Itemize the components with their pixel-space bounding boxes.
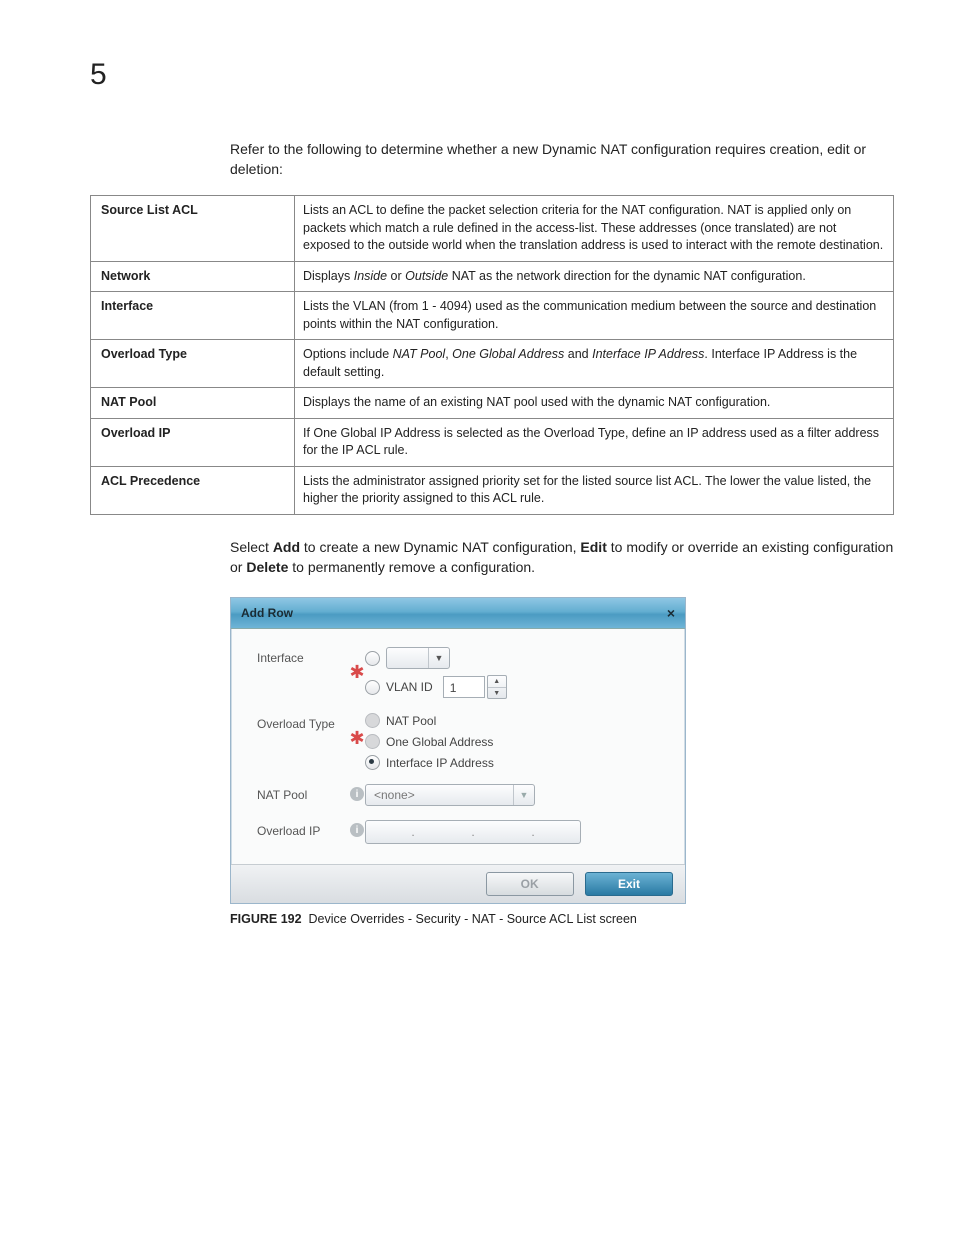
exit-button[interactable]: Exit (585, 872, 673, 896)
table-row-name: NAT Pool (91, 388, 295, 419)
add-row-dialog: Add Row × Interface ✱ ▼ VLAN ID (230, 597, 686, 904)
table-row-name: Overload IP (91, 418, 295, 466)
spec-table: Source List ACLLists an ACL to define th… (90, 195, 894, 515)
interface-label: Interface (257, 647, 349, 665)
chapter-number: 5 (90, 58, 107, 92)
natpool-dropdown[interactable]: <none> ▼ (365, 784, 535, 806)
overloadip-input[interactable]: ... (365, 820, 581, 844)
table-row-desc: Displays Inside or Outside NAT as the ne… (295, 261, 894, 292)
instruction-paragraph: Select Add to create a new Dynamic NAT c… (230, 537, 894, 578)
table-row-desc: Displays the name of an existing NAT poo… (295, 388, 894, 419)
natpool-label: NAT Pool (257, 784, 349, 802)
overload-opt-oneglobal: One Global Address (386, 735, 493, 749)
overload-opt-ifip: Interface IP Address (386, 756, 494, 770)
info-icon: i (350, 823, 364, 837)
table-row: InterfaceLists the VLAN (from 1 - 4094) … (91, 292, 894, 340)
overload-radio-oneglobal[interactable] (365, 734, 380, 749)
interface-dropdown[interactable]: ▼ (386, 647, 450, 669)
table-row-desc: Lists the administrator assigned priorit… (295, 466, 894, 514)
vlanid-label: VLAN ID (386, 680, 433, 694)
table-row: Source List ACLLists an ACL to define th… (91, 196, 894, 262)
table-row-name: Overload Type (91, 340, 295, 388)
required-icon: ✱ (349, 713, 365, 747)
chevron-up-icon: ▲ (488, 676, 506, 688)
table-row-name: Interface (91, 292, 295, 340)
overload-radio-ifip[interactable] (365, 755, 380, 770)
intro-paragraph: Refer to the following to determine whet… (230, 140, 894, 179)
interface-radio-dropdown[interactable] (365, 651, 380, 666)
table-row-name: Source List ACL (91, 196, 295, 262)
overload-radio-natpool[interactable] (365, 713, 380, 728)
dialog-footer: OK Exit (231, 864, 685, 903)
chevron-down-icon: ▼ (513, 785, 534, 805)
vlanid-spinner[interactable]: ▲ ▼ (487, 675, 507, 699)
table-row-desc: Lists an ACL to define the packet select… (295, 196, 894, 262)
interface-row: Interface ✱ ▼ VLAN ID 1 ▲ (257, 647, 665, 699)
table-row: ACL PrecedenceLists the administrator as… (91, 466, 894, 514)
table-row-name: ACL Precedence (91, 466, 295, 514)
table-row-desc: Options include NAT Pool, One Global Add… (295, 340, 894, 388)
info-icon: i (350, 787, 364, 801)
table-row: Overload TypeOptions include NAT Pool, O… (91, 340, 894, 388)
overloadip-label: Overload IP (257, 820, 349, 838)
interface-radio-vlanid[interactable] (365, 680, 380, 695)
dialog-titlebar: Add Row × (231, 598, 685, 629)
natpool-row: NAT Pool i <none> ▼ (257, 784, 665, 806)
dialog-title: Add Row (241, 606, 293, 620)
overload-opt-natpool: NAT Pool (386, 714, 436, 728)
table-row-desc: Lists the VLAN (from 1 - 4094) used as t… (295, 292, 894, 340)
overload-type-label: Overload Type (257, 713, 349, 731)
table-row: Overload IPIf One Global IP Address is s… (91, 418, 894, 466)
close-icon[interactable]: × (667, 605, 675, 621)
vlanid-input[interactable]: 1 (443, 676, 485, 698)
required-icon: ✱ (349, 647, 365, 681)
overloadip-row: Overload IP i ... (257, 820, 665, 844)
overload-type-row: Overload Type ✱ NAT Pool One Global Addr… (257, 713, 665, 770)
figure-caption: FIGURE 192 Device Overrides - Security -… (230, 912, 894, 926)
table-row-name: Network (91, 261, 295, 292)
table-row: NAT PoolDisplays the name of an existing… (91, 388, 894, 419)
ok-button[interactable]: OK (486, 872, 574, 896)
chevron-down-icon: ▼ (428, 648, 449, 668)
chevron-down-icon: ▼ (488, 688, 506, 699)
table-row-desc: If One Global IP Address is selected as … (295, 418, 894, 466)
table-row: NetworkDisplays Inside or Outside NAT as… (91, 261, 894, 292)
